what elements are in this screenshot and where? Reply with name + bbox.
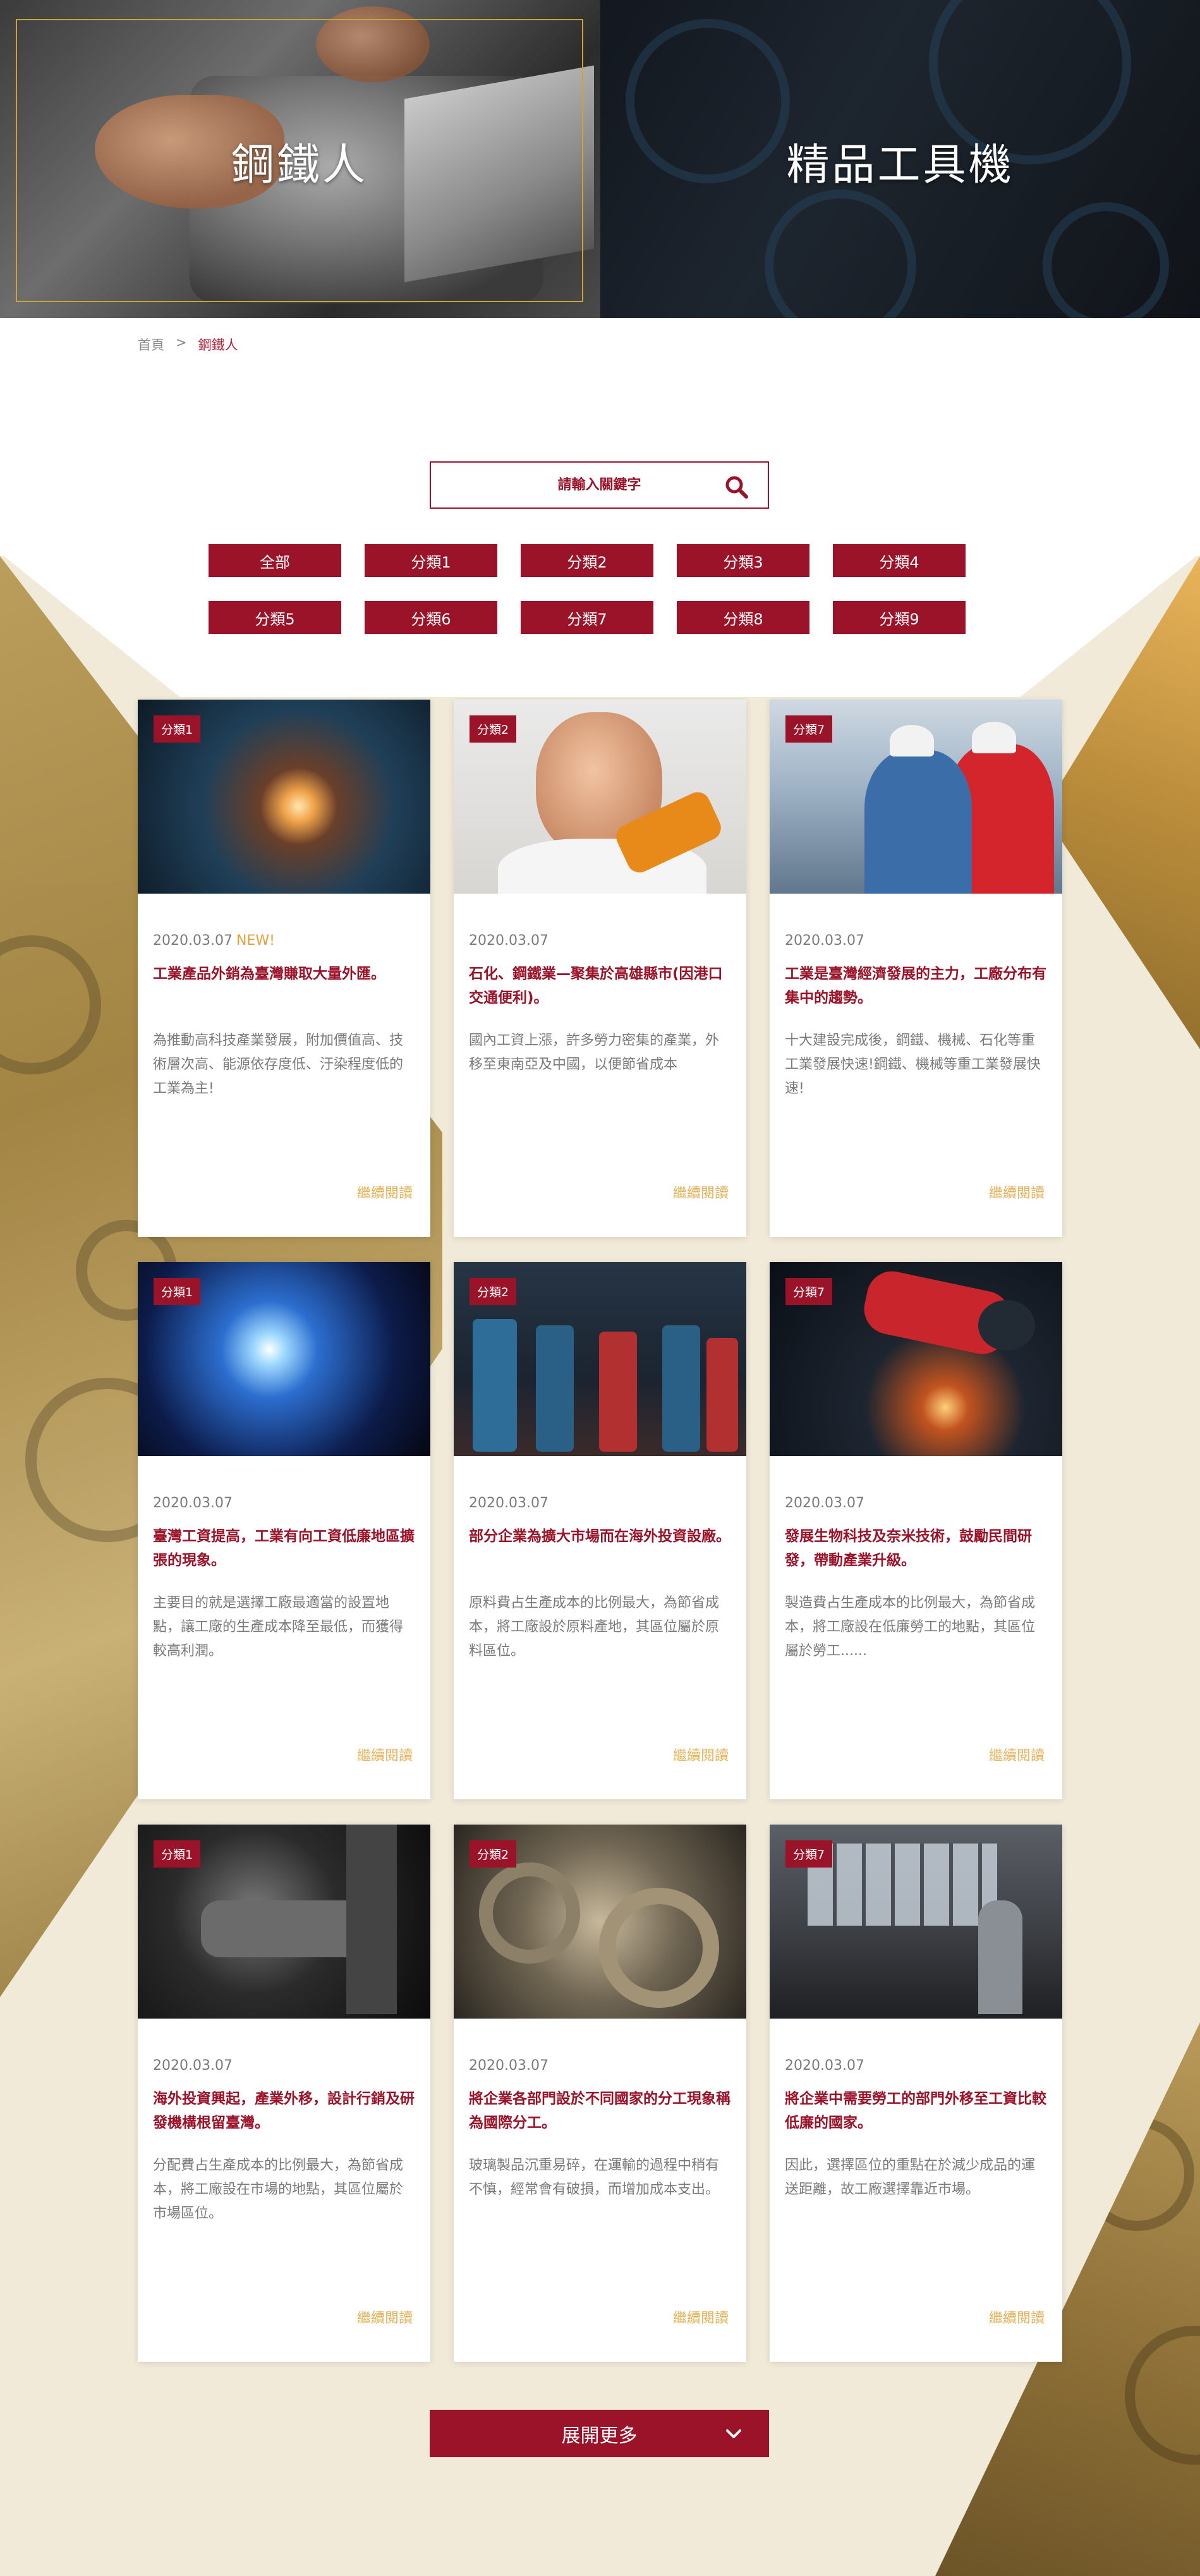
article-title[interactable]: 將企業中需要勞工的部門外移至工資比較低廉的國家。 [785, 2087, 1047, 2135]
article-date: 2020.03.07 [469, 1495, 548, 1511]
hero-banner: 鋼鐵人 精品工具機 [0, 0, 1200, 318]
category-9-button[interactable]: 分類9 [833, 601, 966, 634]
article-image: 分類2 [454, 1262, 746, 1456]
article-title[interactable]: 工業產品外銷為臺灣賺取大量外匯。 [153, 962, 415, 1010]
article-title[interactable]: 將企業各部門設於不同國家的分工現象稱為國際分工。 [469, 2087, 731, 2135]
article-date: 2020.03.07 [153, 933, 233, 949]
category-8-button[interactable]: 分類8 [677, 601, 809, 634]
read-more-link[interactable]: 繼續閱讀 [673, 1744, 729, 1765]
category-tag: 分類1 [154, 715, 201, 743]
article-excerpt: 國內工資上漲，許多勞力密集的產業，外移至東南亞及中國，以便節省成本 [469, 1033, 720, 1072]
load-more-button[interactable]: 展開更多 [430, 2410, 769, 2457]
article-image: 分類7 [770, 1825, 1062, 2019]
hero-right-title: 精品工具機 [786, 140, 1014, 190]
read-more-link[interactable]: 繼續閱讀 [357, 1182, 413, 1202]
chevron-down-icon [725, 2425, 742, 2443]
article-excerpt: 十大建設完成後，鋼鐵、機械、石化等重工業發展快速!鋼鐵、機械等重工業發展快速! [785, 1033, 1041, 1097]
category-tag: 分類7 [785, 1278, 833, 1305]
article-card[interactable]: 分類2 2020.03.07 石化、鋼鐵業—聚集於高雄縣市(因港口交通便利)。 … [454, 700, 746, 1237]
category-filter: 全部 分類1 分類2 分類3 分類4 分類5 分類6 分類7 分類8 分類9 [209, 544, 967, 634]
category-tag: 分類1 [154, 1840, 201, 1868]
article-date: 2020.03.07 [153, 2058, 233, 2074]
category-tag: 分類7 [785, 1840, 833, 1868]
article-title[interactable]: 海外投資興起，產業外移，設計行銷及研發機構根留臺灣。 [153, 2087, 415, 2135]
search-box [430, 461, 769, 509]
read-more-link[interactable]: 繼續閱讀 [989, 2307, 1045, 2327]
category-3-button[interactable]: 分類3 [677, 544, 809, 577]
breadcrumb-home-link[interactable]: 首頁 [138, 335, 164, 354]
article-date-row: 2020.03.07 [153, 2058, 415, 2075]
article-date: 2020.03.07 [785, 1495, 864, 1511]
hero-left-title: 鋼鐵人 [231, 140, 368, 190]
article-title[interactable]: 發展生物科技及奈米技術，鼓勵民間研發，帶動產業升級。 [785, 1524, 1047, 1572]
article-date-row: 2020.03.07 NEW! [153, 933, 415, 951]
article-date-row: 2020.03.07 [785, 1495, 1047, 1513]
article-card[interactable]: 分類1 2020.03.07 NEW! 工業產品外銷為臺灣賺取大量外匯。 為推動高… [138, 700, 430, 1237]
breadcrumb: 首頁 > 鋼鐵人 [138, 335, 238, 354]
article-title[interactable]: 石化、鋼鐵業—聚集於高雄縣市(因港口交通便利)。 [469, 962, 731, 1010]
category-5-button[interactable]: 分類5 [209, 601, 341, 634]
read-more-link[interactable]: 繼續閱讀 [357, 1744, 413, 1765]
category-1-button[interactable]: 分類1 [365, 544, 497, 577]
article-card[interactable]: 分類2 2020.03.07 部分企業為擴大市場而在海外投資設廠。 原料費占生產… [454, 1262, 746, 1799]
read-more-link[interactable]: 繼續閱讀 [989, 1744, 1045, 1765]
article-grid: 分類1 2020.03.07 NEW! 工業產品外銷為臺灣賺取大量外匯。 為推動高… [138, 700, 1062, 2362]
article-image: 分類7 [770, 1262, 1062, 1456]
category-tag: 分類2 [470, 715, 517, 743]
load-more-label: 展開更多 [561, 2424, 638, 2447]
article-excerpt: 主要目的就是選擇工廠最適當的設置地點，讓工廠的生產成本降至最低，而獲得較高利潤。 [153, 1595, 404, 1659]
article-card[interactable]: 分類1 2020.03.07 海外投資興起，產業外移，設計行銷及研發機構根留臺灣… [138, 1825, 430, 2362]
article-date: 2020.03.07 [153, 1495, 233, 1511]
category-tag: 分類1 [154, 1278, 201, 1305]
article-excerpt: 玻璃製品沉重易碎，在運輸的過程中稍有不慎，經常會有破損，而增加成本支出。 [469, 2158, 720, 2197]
category-all-button[interactable]: 全部 [209, 544, 341, 577]
read-more-link[interactable]: 繼續閱讀 [673, 1182, 729, 1202]
category-tag: 分類7 [785, 715, 833, 743]
article-excerpt: 分配費占生產成本的比例最大，為節省成本，將工廠設在市場的地點，其區位屬於市場區位… [153, 2158, 404, 2221]
article-date: 2020.03.07 [469, 2058, 548, 2074]
breadcrumb-separator: > [176, 335, 187, 350]
new-badge: NEW! [236, 933, 275, 949]
article-image: 分類2 [454, 700, 746, 894]
article-card[interactable]: 分類7 2020.03.07 工業是臺灣經濟發展的主力，工廠分布有集中的趨勢。 … [770, 700, 1062, 1237]
category-tag: 分類2 [470, 1840, 517, 1868]
article-image: 分類1 [138, 1825, 430, 2019]
article-image: 分類7 [770, 700, 1062, 894]
article-image: 分類2 [454, 1825, 746, 2019]
article-date-row: 2020.03.07 [469, 933, 731, 951]
read-more-link[interactable]: 繼續閱讀 [673, 2307, 729, 2327]
article-date-row: 2020.03.07 [785, 2058, 1047, 2075]
article-excerpt: 因此，選擇區位的重點在於減少成品的運送距離，故工廠選擇靠近市場。 [785, 2158, 1036, 2197]
read-more-link[interactable]: 繼續閱讀 [989, 1182, 1045, 1202]
article-date-row: 2020.03.07 [785, 933, 1047, 951]
category-6-button[interactable]: 分類6 [365, 601, 497, 634]
search-input[interactable] [479, 477, 720, 493]
article-title[interactable]: 臺灣工資提高，工業有向工資低廉地區擴張的現象。 [153, 1524, 415, 1572]
search-icon[interactable] [724, 474, 749, 499]
article-excerpt: 為推動高科技產業發展，附加價值高、技術層次高、能源依存度低、汙染程度低的工業為主… [153, 1033, 404, 1097]
article-image: 分類1 [138, 1262, 430, 1456]
category-7-button[interactable]: 分類7 [521, 601, 653, 634]
article-title[interactable]: 工業是臺灣經濟發展的主力，工廠分布有集中的趨勢。 [785, 962, 1047, 1010]
category-2-button[interactable]: 分類2 [521, 544, 653, 577]
article-excerpt: 製造費占生產成本的比例最大，為節省成本，將工廠設在低廉勞工的地點，其區位屬於勞工… [785, 1595, 1036, 1659]
article-card[interactable]: 分類7 2020.03.07 將企業中需要勞工的部門外移至工資比較低廉的國家。 … [770, 1825, 1062, 2362]
article-card[interactable]: 分類2 2020.03.07 將企業各部門設於不同國家的分工現象稱為國際分工。 … [454, 1825, 746, 2362]
article-date: 2020.03.07 [785, 933, 864, 949]
article-date-row: 2020.03.07 [469, 2058, 731, 2075]
article-date-row: 2020.03.07 [469, 1495, 731, 1513]
article-excerpt: 原料費占生產成本的比例最大，為節省成本，將工廠設於原料產地，其區位屬於原料區位。 [469, 1595, 720, 1659]
article-date: 2020.03.07 [785, 2058, 864, 2074]
category-4-button[interactable]: 分類4 [833, 544, 966, 577]
article-title[interactable]: 部分企業為擴大市場而在海外投資設廠。 [469, 1524, 731, 1572]
article-date-row: 2020.03.07 [153, 1495, 415, 1513]
article-image: 分類1 [138, 700, 430, 894]
article-date: 2020.03.07 [469, 933, 548, 949]
article-card[interactable]: 分類7 2020.03.07 發展生物科技及奈米技術，鼓勵民間研發，帶動產業升級… [770, 1262, 1062, 1799]
category-tag: 分類2 [470, 1278, 517, 1305]
read-more-link[interactable]: 繼續閱讀 [357, 2307, 413, 2327]
breadcrumb-current: 鋼鐵人 [198, 337, 238, 353]
article-card[interactable]: 分類1 2020.03.07 臺灣工資提高，工業有向工資低廉地區擴張的現象。 主… [138, 1262, 430, 1799]
